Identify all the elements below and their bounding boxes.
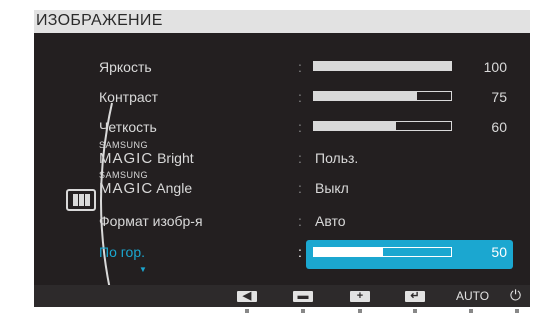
- plus-icon: +: [356, 290, 364, 302]
- left-arrow-button[interactable]: ◀: [237, 290, 257, 302]
- enter-button[interactable]: ↵: [405, 290, 425, 302]
- magic-bright-name: Bright: [157, 150, 194, 166]
- button-tick-mark: [301, 309, 305, 313]
- contrast-value: 75: [491, 89, 507, 105]
- button-tick-mark: [469, 309, 473, 313]
- separator: :: [298, 119, 302, 135]
- image-size-value: Авто: [315, 213, 346, 229]
- separator: :: [298, 180, 302, 196]
- plus-button[interactable]: +: [350, 290, 370, 302]
- magic-brand: MAGIC: [99, 180, 154, 197]
- h-position-value: 50: [491, 244, 507, 260]
- separator: :: [298, 89, 302, 105]
- brightness-label: Яркость: [99, 59, 152, 75]
- slider-fill: [314, 122, 397, 130]
- minus-icon: ▬: [297, 290, 309, 302]
- samsung-brand: SAMSUNG: [99, 140, 149, 150]
- title-bar: ИЗОБРАЖЕНИЕ: [34, 10, 530, 33]
- menu-title: ИЗОБРАЖЕНИЕ: [36, 12, 163, 29]
- picture-category-icon[interactable]: [66, 189, 96, 211]
- samsung-brand: SAMSUNG: [99, 170, 149, 180]
- sharpness-value: 60: [491, 119, 507, 135]
- magic-brand: MAGIC: [99, 150, 154, 167]
- left-arrow-icon: ◀: [242, 290, 252, 302]
- magic-angle-name: Angle: [156, 180, 193, 196]
- button-tick-mark: [515, 309, 519, 313]
- button-tick-mark: [358, 309, 362, 313]
- image-size-label: Формат изобр-я: [99, 213, 203, 229]
- slider-fill: [314, 62, 451, 70]
- h-position-label: По гор.: [99, 244, 145, 260]
- sharpness-label: Четкость: [99, 119, 157, 135]
- power-icon[interactable]: ⏻: [510, 287, 521, 304]
- scroll-down-icon[interactable]: ▼: [139, 265, 147, 274]
- minus-button[interactable]: ▬: [293, 290, 313, 302]
- button-tick-mark: [245, 309, 249, 313]
- slider-fill: [314, 248, 383, 256]
- separator: :: [298, 244, 302, 260]
- contrast-slider[interactable]: [313, 91, 452, 101]
- osd-menu: ИЗОБРАЖЕНИЕ Яркость : 100 Контраст : 75 …: [0, 0, 545, 313]
- separator: :: [298, 150, 302, 166]
- contrast-label: Контраст: [99, 89, 159, 105]
- sharpness-slider[interactable]: [313, 121, 452, 131]
- magic-bright-value: Польз.: [315, 150, 359, 166]
- enter-icon: ↵: [410, 290, 420, 302]
- magic-angle-label: SAMSUNG MAGIC Angle: [99, 170, 193, 198]
- button-tick-mark: [413, 309, 417, 313]
- brightness-value: 100: [483, 59, 507, 75]
- separator: :: [298, 59, 302, 75]
- slider-fill: [314, 92, 417, 100]
- auto-button[interactable]: AUTO: [456, 289, 489, 303]
- magic-angle-value: Выкл: [315, 180, 349, 196]
- magic-bright-label: SAMSUNG MAGIC Bright: [99, 140, 194, 168]
- h-position-slider[interactable]: [313, 247, 452, 257]
- brightness-slider[interactable]: [313, 61, 452, 71]
- separator: :: [298, 213, 302, 229]
